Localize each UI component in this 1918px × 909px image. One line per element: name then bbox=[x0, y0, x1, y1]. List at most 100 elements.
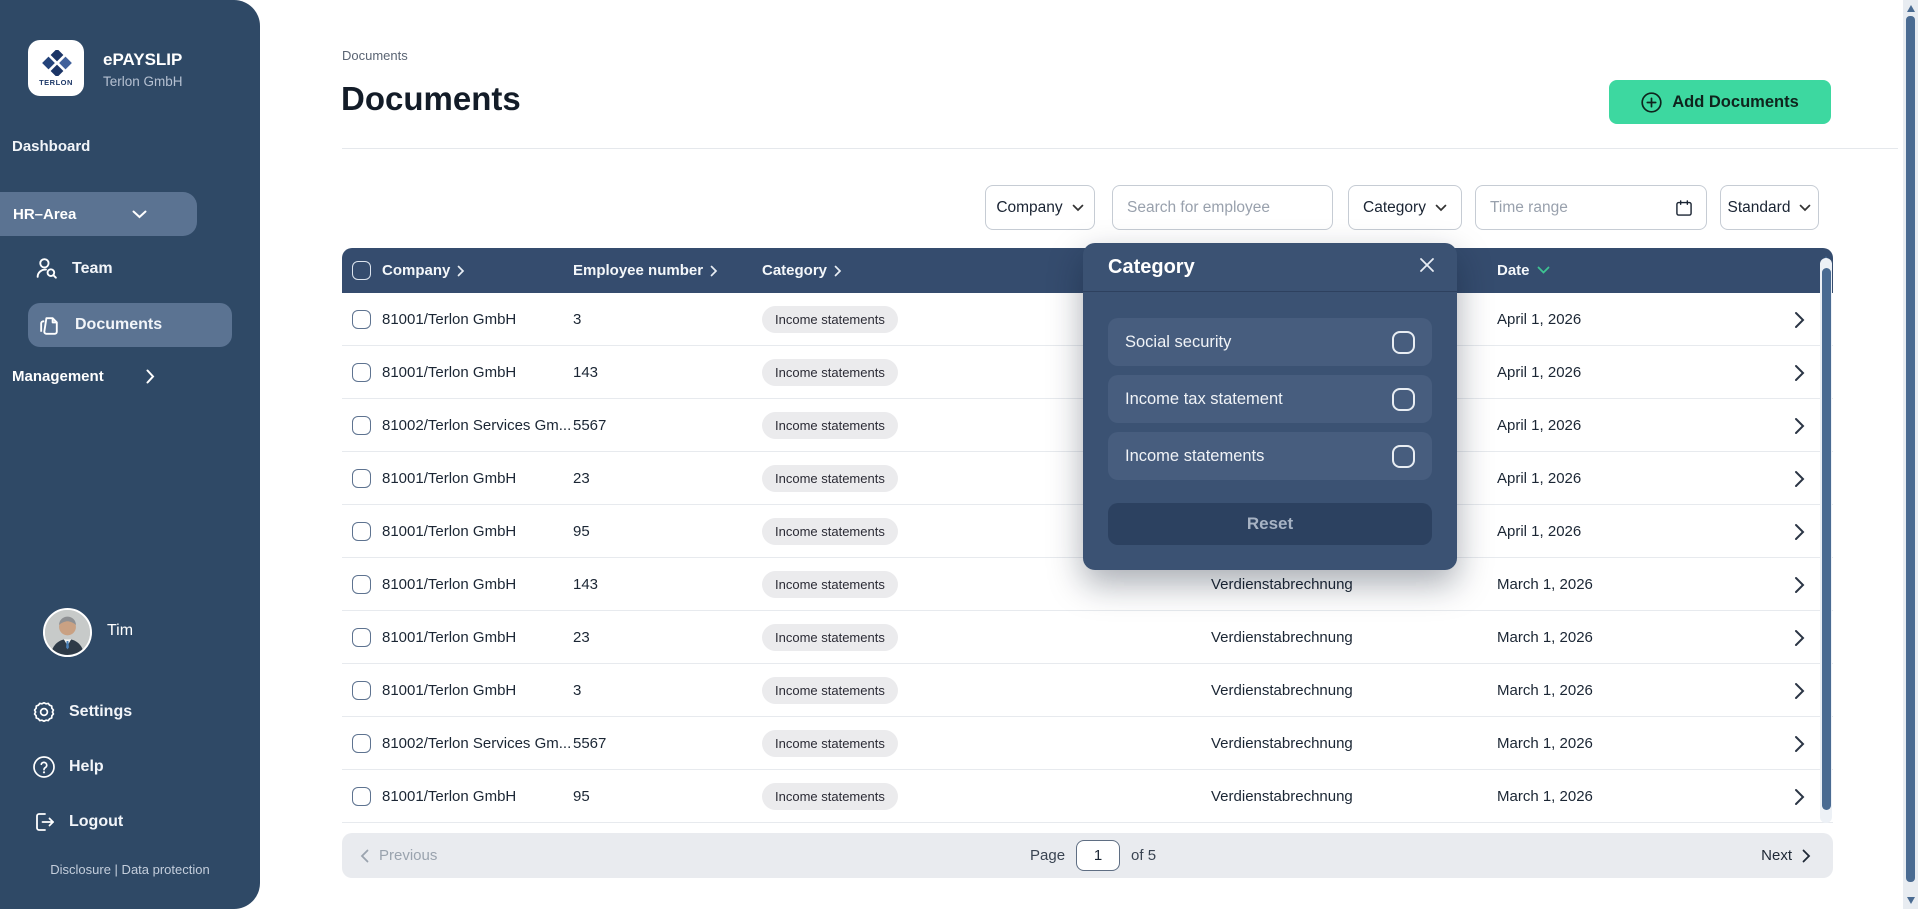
row-date: March 1, 2026 bbox=[1497, 664, 1593, 717]
category-option[interactable]: Income statements bbox=[1108, 432, 1432, 480]
row-employee-number: 23 bbox=[573, 611, 590, 664]
column-header-date[interactable]: Date bbox=[1497, 248, 1550, 293]
row-chevron-right-icon[interactable] bbox=[1794, 717, 1805, 770]
row-chevron-right-icon[interactable] bbox=[1794, 770, 1805, 823]
sidebar: TERLON ePAYSLIP Terlon GmbH Dashboard HR… bbox=[0, 0, 260, 909]
sidebar-item-management[interactable]: Management bbox=[12, 368, 197, 385]
scroll-down-arrow-icon[interactable] bbox=[1907, 897, 1915, 904]
row-checkbox[interactable] bbox=[352, 522, 371, 541]
column-header-employee-number[interactable]: Employee number bbox=[573, 248, 718, 293]
page-scrollbar-thumb[interactable] bbox=[1906, 16, 1915, 882]
row-date: April 1, 2026 bbox=[1497, 505, 1581, 558]
hr-area-label: HR–Area bbox=[13, 206, 97, 223]
row-checkbox[interactable] bbox=[352, 628, 371, 647]
page-label: Page bbox=[1030, 847, 1065, 864]
previous-page-button[interactable]: Previous bbox=[360, 847, 437, 864]
brand-company: Terlon GmbH bbox=[103, 74, 183, 89]
row-date: April 1, 2026 bbox=[1497, 293, 1581, 346]
category-filter-dropdown[interactable]: Category bbox=[1348, 185, 1462, 230]
company-filter-dropdown[interactable]: Company bbox=[985, 185, 1095, 230]
add-documents-button[interactable]: Add Documents bbox=[1609, 80, 1831, 124]
page-number-input[interactable] bbox=[1076, 840, 1120, 871]
row-employee-number: 23 bbox=[573, 452, 590, 505]
next-page-button[interactable]: Next bbox=[1761, 847, 1811, 864]
chevron-down-icon bbox=[1799, 204, 1811, 212]
table-row[interactable]: 81001/Terlon GmbH 23 Income statements V… bbox=[342, 611, 1833, 664]
row-chevron-right-icon[interactable] bbox=[1794, 293, 1805, 346]
row-checkbox[interactable] bbox=[352, 416, 371, 435]
team-label: Team bbox=[72, 260, 113, 278]
category-option-checkbox[interactable] bbox=[1392, 388, 1415, 411]
row-chevron-right-icon[interactable] bbox=[1794, 664, 1805, 717]
standard-view-dropdown[interactable]: Standard bbox=[1720, 185, 1819, 230]
reset-button[interactable]: Reset bbox=[1108, 503, 1432, 545]
row-chevron-right-icon[interactable] bbox=[1794, 505, 1805, 558]
row-date: March 1, 2026 bbox=[1497, 717, 1593, 770]
avatar-photo bbox=[45, 610, 90, 655]
row-checkbox[interactable] bbox=[352, 734, 371, 753]
row-document-name: Verdienstabrechnung bbox=[1211, 664, 1353, 717]
row-chevron-right-icon[interactable] bbox=[1794, 452, 1805, 505]
category-option-checkbox[interactable] bbox=[1392, 445, 1415, 468]
column-label: Date bbox=[1497, 262, 1530, 279]
pagination-bar: Previous Page of 5 Next bbox=[342, 833, 1833, 878]
scroll-up-arrow-icon[interactable] bbox=[1907, 5, 1915, 12]
row-company: 81002/Terlon Services Gm... bbox=[382, 717, 571, 770]
row-company: 81001/Terlon GmbH bbox=[382, 293, 516, 346]
row-date: April 1, 2026 bbox=[1497, 452, 1581, 505]
sidebar-item-logout[interactable]: Logout bbox=[32, 810, 123, 834]
row-chevron-right-icon[interactable] bbox=[1794, 611, 1805, 664]
column-header-category[interactable]: Category bbox=[762, 248, 842, 293]
employee-search-box bbox=[1112, 185, 1333, 230]
row-date: April 1, 2026 bbox=[1497, 399, 1581, 452]
calendar-icon[interactable] bbox=[1674, 198, 1694, 218]
row-document-name: Verdienstabrechnung bbox=[1211, 611, 1353, 664]
category-option[interactable]: Income tax statement bbox=[1108, 375, 1432, 423]
row-checkbox[interactable] bbox=[352, 787, 371, 806]
brand-name: ePAYSLIP bbox=[103, 50, 183, 70]
row-checkbox[interactable] bbox=[352, 363, 371, 382]
table-row[interactable]: 81001/Terlon GmbH 3 Income statements Ve… bbox=[342, 664, 1833, 717]
row-chevron-right-icon[interactable] bbox=[1794, 558, 1805, 611]
chevron-down-icon bbox=[1072, 204, 1084, 212]
close-icon[interactable] bbox=[1419, 257, 1435, 277]
row-company: 81001/Terlon GmbH bbox=[382, 452, 516, 505]
table-scrollbar bbox=[1820, 250, 1832, 823]
logo-diamonds-icon bbox=[40, 50, 72, 76]
row-category-badge: Income statements bbox=[762, 783, 898, 810]
row-checkbox[interactable] bbox=[352, 310, 371, 329]
sidebar-item-hr-area[interactable]: HR–Area bbox=[0, 192, 197, 236]
page-scrollbar bbox=[1903, 0, 1918, 909]
row-checkbox[interactable] bbox=[352, 681, 371, 700]
time-range-input[interactable] bbox=[1490, 199, 1674, 217]
row-category-badge: Income statements bbox=[762, 465, 898, 492]
help-label: Help bbox=[69, 758, 104, 776]
row-checkbox[interactable] bbox=[352, 575, 371, 594]
sidebar-item-team[interactable]: Team bbox=[34, 256, 113, 281]
employee-search-input[interactable] bbox=[1113, 199, 1332, 217]
column-header-company[interactable]: Company bbox=[382, 248, 465, 293]
table-row[interactable]: 81002/Terlon Services Gm... 5567 Income … bbox=[342, 717, 1833, 770]
row-chevron-right-icon[interactable] bbox=[1794, 399, 1805, 452]
row-chevron-right-icon[interactable] bbox=[1794, 346, 1805, 399]
row-category-badge: Income statements bbox=[762, 306, 898, 333]
sidebar-item-help[interactable]: Help bbox=[32, 755, 104, 779]
row-date: March 1, 2026 bbox=[1497, 611, 1593, 664]
row-employee-number: 143 bbox=[573, 558, 598, 611]
table-scrollbar-thumb[interactable] bbox=[1822, 268, 1831, 810]
sidebar-item-settings[interactable]: Settings bbox=[32, 700, 132, 724]
select-all-checkbox[interactable] bbox=[352, 261, 371, 280]
row-employee-number: 95 bbox=[573, 505, 590, 558]
avatar[interactable] bbox=[43, 608, 92, 657]
legal-links[interactable]: Disclosure | Data protection bbox=[0, 862, 260, 877]
sidebar-item-documents[interactable]: Documents bbox=[28, 303, 232, 347]
table-row[interactable]: 81001/Terlon GmbH 95 Income statements V… bbox=[342, 770, 1833, 823]
breadcrumb[interactable]: Documents bbox=[342, 48, 408, 63]
next-label: Next bbox=[1761, 847, 1792, 864]
row-document-name: Verdienstabrechnung bbox=[1211, 717, 1353, 770]
sidebar-item-dashboard[interactable]: Dashboard bbox=[12, 138, 90, 155]
category-filter-popup: Category Social security Income tax stat… bbox=[1083, 243, 1457, 570]
category-option-checkbox[interactable] bbox=[1392, 331, 1415, 354]
category-option[interactable]: Social security bbox=[1108, 318, 1432, 366]
row-checkbox[interactable] bbox=[352, 469, 371, 488]
